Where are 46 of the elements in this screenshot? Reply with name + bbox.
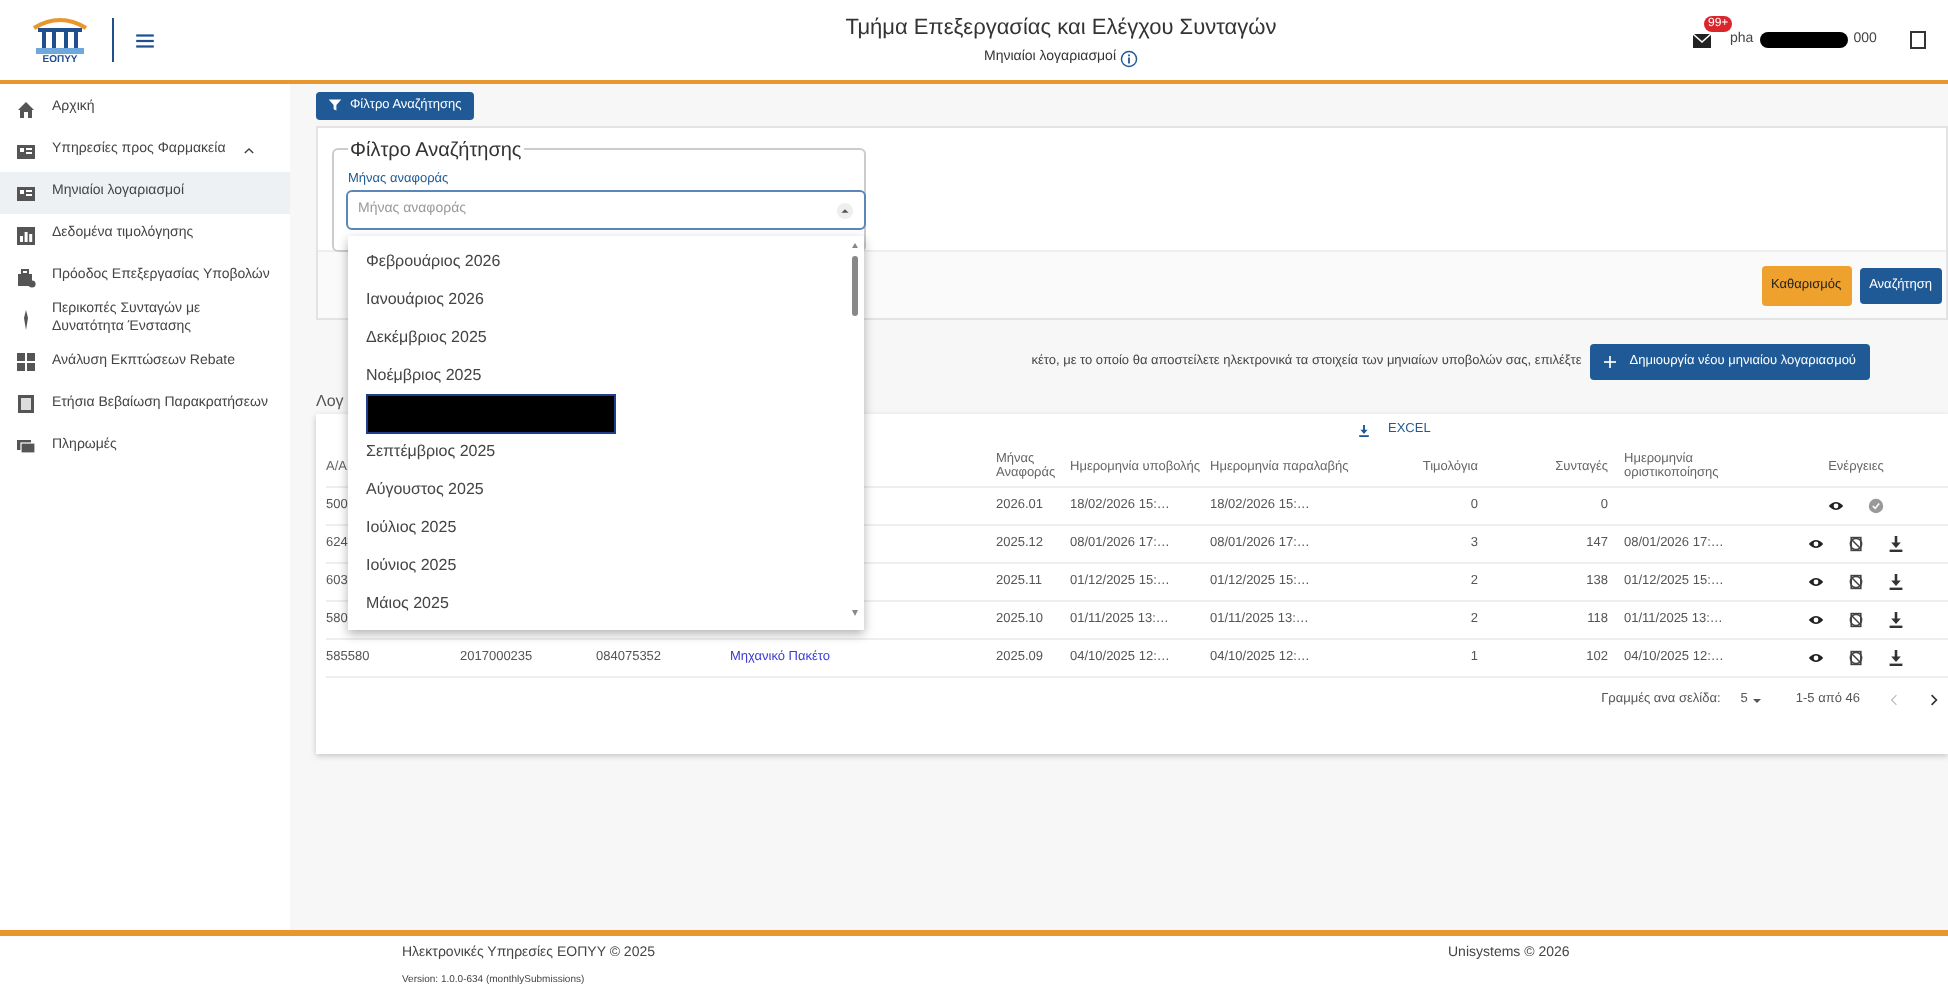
eye-icon[interactable] [1808,650,1824,667]
blocked-document-icon[interactable] [1848,650,1864,667]
building-icon [30,15,90,55]
eye-icon[interactable] [1808,536,1824,553]
download-icon[interactable] [1888,574,1904,591]
dropdown-option[interactable]: Ιούνιος 2025 [348,546,864,584]
home-icon [16,99,36,119]
dropdown-option[interactable]: Νοέμβριος 2025 [348,356,864,394]
dropdown-option[interactable]: Φεβρουάριος 2026 [348,242,864,280]
chart-icon [16,225,36,245]
download-icon[interactable] [1888,536,1904,553]
briefcase-icon [16,267,36,287]
download-icon [1358,423,1370,438]
download-icon[interactable] [1888,612,1904,629]
caret-icon [1751,695,1762,706]
scrollbar[interactable] [850,240,860,620]
page-title: Τμήμα Επεξεργασίας και Ελέγχου Συνταγών [845,15,1277,39]
filter-icon [328,98,342,113]
blocked-document-icon[interactable] [1848,612,1864,629]
document-icon [16,394,36,414]
filter-legend: Φίλτρο Αναζήτησης [348,136,524,167]
mail-icon[interactable] [1692,30,1712,50]
next-page-icon[interactable] [1928,693,1940,706]
menu-icon[interactable] [134,29,156,51]
section-heading: Λογ [316,392,344,411]
dropdown-option[interactable]: Δεκέμβριος 2025 [348,318,864,356]
dropdown-option[interactable]: Ιανουάριος 2026 [348,280,864,318]
plus-icon [1603,356,1616,369]
download-icon[interactable] [1888,650,1904,667]
info-icon[interactable] [1120,49,1138,68]
dropdown-option[interactable]: Ιούλιος 2025 [348,508,864,546]
blocked-document-icon[interactable] [1848,536,1864,553]
dropdown-option[interactable]: Σεπτέμβριος 2025 [348,432,864,470]
eye-icon[interactable] [1828,498,1844,515]
payment-icon [16,436,36,456]
eye-icon[interactable] [1808,574,1824,591]
card-icon [16,183,36,203]
dropdown-option[interactable]: Μάιος 2025 [348,584,864,622]
check-circle-icon[interactable] [1868,498,1884,515]
eye-icon[interactable] [1808,612,1824,629]
blocked-document-icon[interactable] [1848,574,1864,591]
caret-icon [836,201,854,220]
dropdown-option[interactable]: Αύγουστος 2025 [348,470,864,508]
grid-icon [16,352,36,372]
redaction-mark [1759,32,1848,48]
card-icon [16,141,36,161]
